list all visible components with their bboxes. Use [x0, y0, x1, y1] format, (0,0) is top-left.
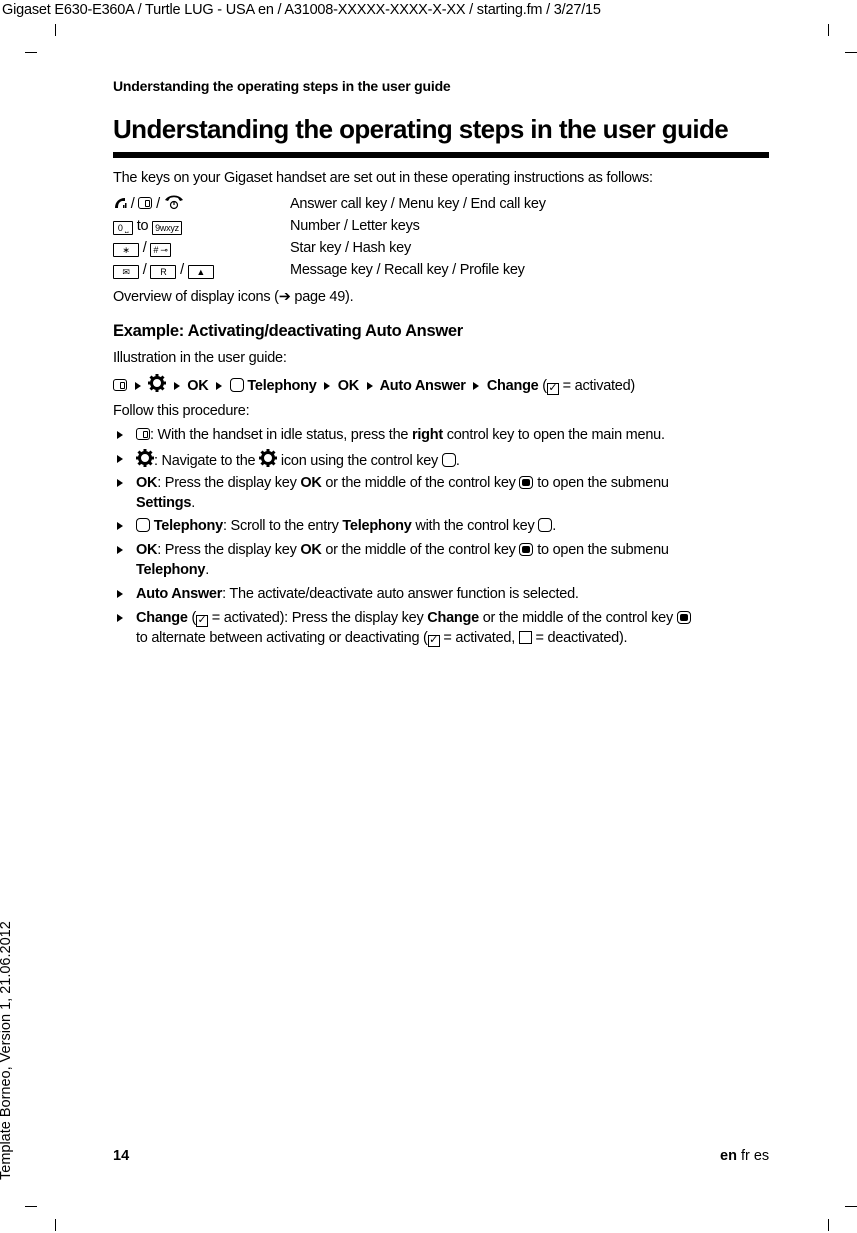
step-1: : With the handset in idle status, press… [136, 425, 665, 445]
bullet-icon [117, 522, 123, 530]
language-indicator: en fr es [720, 1148, 770, 1164]
nine-key-icon: 9wxyz [152, 221, 182, 235]
key-row: ✉ / R / ▲ [113, 260, 214, 280]
star-key-icon: ∗ [113, 243, 139, 257]
step-2: : Navigate to the icon using the control… [136, 449, 460, 473]
key-row: ∗ / # ⊸ [113, 238, 171, 258]
menu-key-icon [136, 428, 150, 440]
crop-mark [55, 24, 56, 36]
bullet-icon [117, 479, 123, 487]
checkbox-checked-icon: ✓ [427, 634, 440, 647]
file-info-header: Gigaset E630-E360A / Turtle LUG - USA en… [2, 2, 601, 18]
bullet-icon [117, 455, 123, 463]
settings-gear-icon [148, 374, 167, 398]
page-link[interactable]: page 49). [291, 289, 353, 305]
menu-path: OK Telephony OK Auto Answer Change (✓ = … [113, 374, 635, 398]
key-desc: Message key / Recall key / Profile key [290, 262, 525, 278]
key-desc: Answer call key / Menu key / End call ke… [290, 196, 546, 212]
control-key-icon [441, 453, 456, 467]
running-head: Understanding the operating steps in the… [113, 78, 451, 94]
profile-key-icon: ▲ [187, 265, 214, 279]
template-version-text: Template Borneo, Version 1, 21.06.2012 [0, 921, 14, 1180]
step-4: Telephony: Scroll to the entry Telephony… [136, 516, 556, 536]
message-key-icon: ✉ [113, 265, 139, 279]
illustration-label: Illustration in the user guide: [113, 350, 287, 366]
example-heading: Example: Activating/deactivating Auto An… [113, 322, 463, 340]
crop-mark [25, 1206, 37, 1207]
key-row: / / [113, 194, 184, 216]
arrow-right-icon [366, 382, 373, 390]
crop-mark [845, 52, 857, 53]
control-key-updown-icon [538, 518, 553, 532]
step-6: Auto Answer: The activate/deactivate aut… [136, 586, 579, 602]
key-desc: Star key / Hash key [290, 240, 411, 256]
zero-key-icon: 0 ⎵ [113, 221, 133, 235]
control-key-middle-icon [519, 476, 534, 489]
step-3: OK: Press the display key OK or the midd… [136, 475, 669, 511]
arrow-icon: ➔ [278, 289, 291, 305]
crop-mark [828, 24, 829, 36]
arrow-right-icon [173, 382, 180, 390]
bullet-icon [117, 590, 123, 598]
bullet-icon [117, 614, 123, 622]
key-desc: Number / Letter keys [290, 218, 420, 234]
control-key-updown-icon [229, 378, 244, 392]
control-key-middle-icon [676, 611, 691, 624]
answer-call-icon [113, 196, 127, 216]
step-7: Change (✓ = activated): Press the displa… [136, 608, 691, 648]
control-key-middle-icon [519, 543, 534, 556]
page-title: Understanding the operating steps in the… [113, 114, 729, 144]
page-number: 14 [113, 1148, 130, 1164]
crop-mark [845, 1206, 857, 1207]
arrow-right-icon [216, 382, 223, 390]
settings-gear-icon [259, 449, 278, 473]
checkbox-checked-icon: ✓ [196, 614, 209, 627]
bullet-icon [117, 431, 123, 439]
crop-mark [55, 1219, 56, 1231]
settings-gear-icon [136, 449, 154, 473]
hash-key-icon: # ⊸ [150, 243, 171, 257]
menu-key-icon [113, 379, 127, 391]
end-call-icon [164, 194, 184, 216]
control-key-updown-icon [136, 518, 150, 532]
intro-text: The keys on your Gigaset handset are set… [113, 170, 653, 186]
follow-label: Follow this procedure: [113, 403, 250, 419]
crop-mark [25, 52, 37, 53]
checkbox-empty-icon [518, 631, 532, 644]
arrow-right-icon [134, 382, 141, 390]
checkbox-checked-icon: ✓ [546, 382, 559, 395]
crop-mark [828, 1219, 829, 1231]
menu-key-icon [138, 197, 153, 209]
arrow-right-icon [324, 382, 331, 390]
title-rule [113, 152, 769, 158]
bullet-icon [117, 546, 123, 554]
key-row: 0 ⎵ to 9wxyz [113, 216, 182, 236]
arrow-right-icon [473, 382, 480, 390]
step-5: OK: Press the display key OK or the midd… [136, 542, 669, 578]
recall-key-icon: R [150, 265, 177, 279]
overview-text: Overview of display icons (➔ page 49). [113, 289, 354, 305]
